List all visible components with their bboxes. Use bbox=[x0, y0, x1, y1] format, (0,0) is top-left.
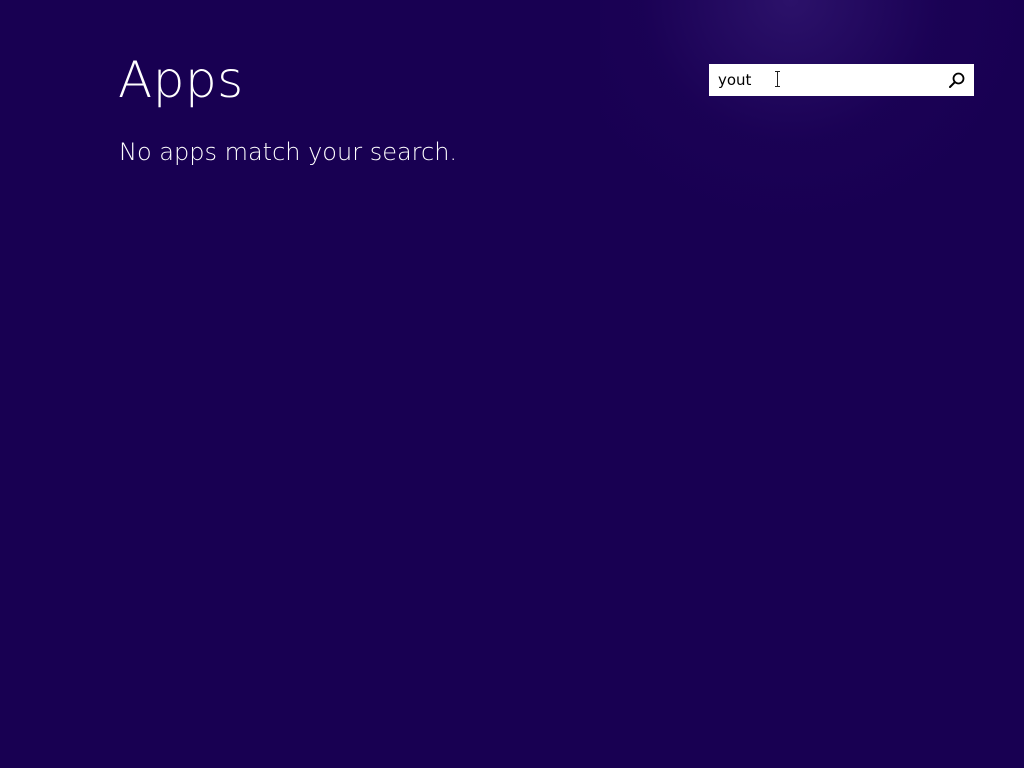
background-glow bbox=[600, 0, 1024, 220]
search-button[interactable] bbox=[942, 65, 972, 95]
search-input[interactable] bbox=[709, 65, 942, 95]
search-box bbox=[709, 64, 974, 96]
search-icon bbox=[949, 72, 965, 88]
no-results-message: No apps match your search. bbox=[119, 138, 458, 166]
page-title: Apps bbox=[118, 51, 244, 109]
